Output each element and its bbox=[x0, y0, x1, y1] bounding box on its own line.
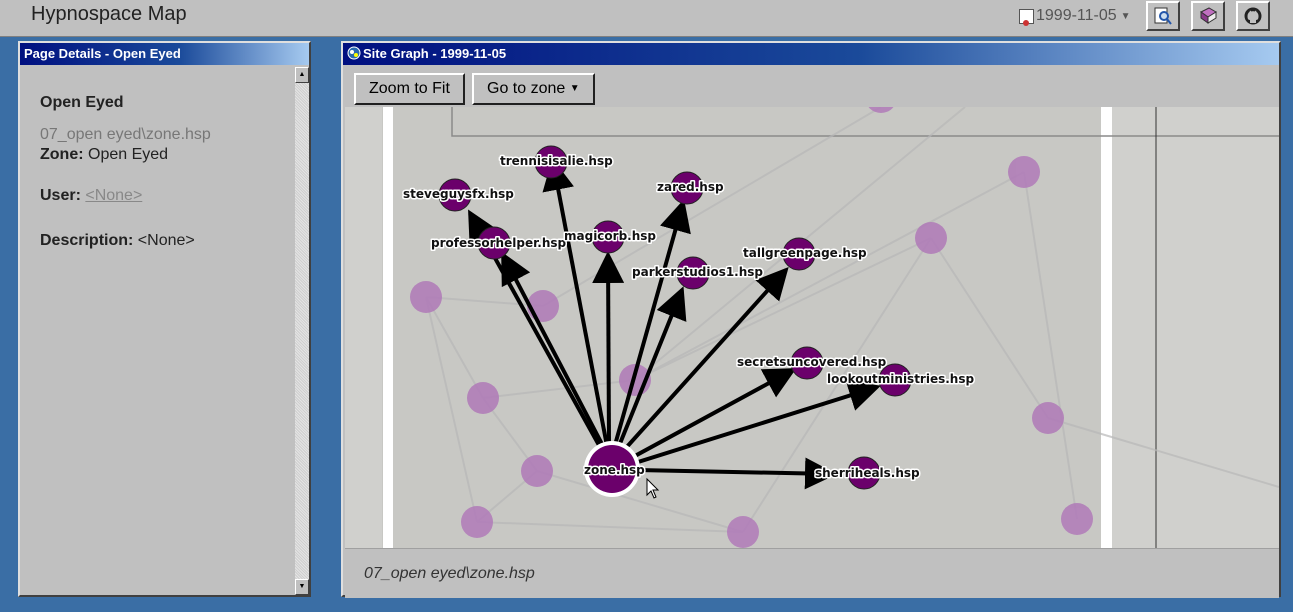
details-window-title: Page Details - Open Eyed bbox=[20, 43, 309, 65]
app-title: Hypnospace Map bbox=[31, 3, 187, 25]
zone-border-left bbox=[383, 107, 393, 548]
node-label: parkerstudios1.hsp bbox=[632, 265, 763, 279]
date-value: 1999-11-05 bbox=[1036, 7, 1117, 24]
book-icon bbox=[1200, 7, 1217, 24]
node-label: steveguysfx.hsp bbox=[403, 187, 514, 201]
app-header: Hypnospace Map 1999-11-05 ▼ bbox=[0, 0, 1293, 37]
go-to-zone-button[interactable]: Go to zone ▼ bbox=[472, 73, 595, 105]
site-graph-window: Site Graph - 1999-11-05 Zoom to Fit Go t… bbox=[341, 41, 1281, 598]
zone-row: Zone: Open Eyed bbox=[40, 146, 168, 164]
node-label: lookoutministries.hsp bbox=[827, 372, 974, 386]
go-to-zone-label: Go to zone bbox=[487, 80, 566, 97]
calendar-icon bbox=[1019, 8, 1034, 26]
scroll-down-icon[interactable]: ▼ bbox=[295, 579, 309, 595]
selected-page-path: 07_open eyed\zone.hsp bbox=[364, 565, 535, 582]
graph-footer: 07_open eyed\zone.hsp bbox=[345, 548, 1279, 598]
node-label: sherriheals.hsp bbox=[815, 466, 920, 480]
graph-window-title: Site Graph - 1999-11-05 bbox=[343, 43, 1279, 65]
zone-label: Zone: bbox=[40, 146, 84, 163]
node-label: professorhelper.hsp bbox=[431, 236, 567, 250]
user-link[interactable]: <None> bbox=[85, 187, 142, 204]
guide-book-button[interactable] bbox=[1191, 1, 1225, 31]
chevron-down-icon: ▼ bbox=[569, 83, 580, 94]
date-selector[interactable]: 1999-11-05 ▼ bbox=[1019, 7, 1131, 26]
node-label: trennisisalie.hsp bbox=[500, 154, 613, 168]
scroll-up-icon[interactable]: ▲ bbox=[295, 67, 309, 83]
description-label: Description: bbox=[40, 232, 134, 249]
node-label: tallgreenpage.hsp bbox=[743, 246, 867, 260]
node-label: magicorb.hsp bbox=[564, 229, 656, 243]
graph-title-text: Site Graph - 1999-11-05 bbox=[363, 46, 507, 61]
page-details-window: Page Details - Open Eyed Open Eyed 07_op… bbox=[18, 41, 311, 597]
center-node-label: zone.hsp bbox=[584, 463, 645, 477]
user-row: User: <None> bbox=[40, 187, 142, 205]
details-body: Open Eyed 07_open eyed\zone.hsp Zone: Op… bbox=[22, 67, 296, 595]
search-page-icon bbox=[1154, 7, 1172, 25]
zoom-to-fit-button[interactable]: Zoom to Fit bbox=[354, 73, 465, 105]
github-icon bbox=[1244, 7, 1262, 25]
user-label: User: bbox=[40, 187, 81, 204]
search-page-button[interactable] bbox=[1146, 1, 1180, 31]
graph-toolbar: Zoom to Fit Go to zone ▼ bbox=[345, 67, 1277, 107]
node-label: zared.hsp bbox=[657, 180, 724, 194]
zone-border-right bbox=[1101, 107, 1112, 548]
details-scrollbar[interactable]: ▲ ▼ bbox=[295, 67, 309, 595]
chevron-down-icon: ▼ bbox=[1120, 10, 1131, 22]
github-button[interactable] bbox=[1236, 1, 1270, 31]
description-row: Description: <None> bbox=[40, 232, 195, 250]
zone-value: Open Eyed bbox=[88, 146, 169, 163]
graph-canvas[interactable]: trennisisalie.hsp zared.hsp steveguysfx.… bbox=[345, 107, 1279, 548]
page-path: 07_open eyed\zone.hsp bbox=[40, 126, 211, 143]
site-graph-icon bbox=[347, 46, 361, 60]
page-name: Open Eyed bbox=[40, 94, 124, 111]
description-value: <None> bbox=[137, 232, 195, 249]
node-label: secretsuncovered.hsp bbox=[737, 355, 887, 369]
